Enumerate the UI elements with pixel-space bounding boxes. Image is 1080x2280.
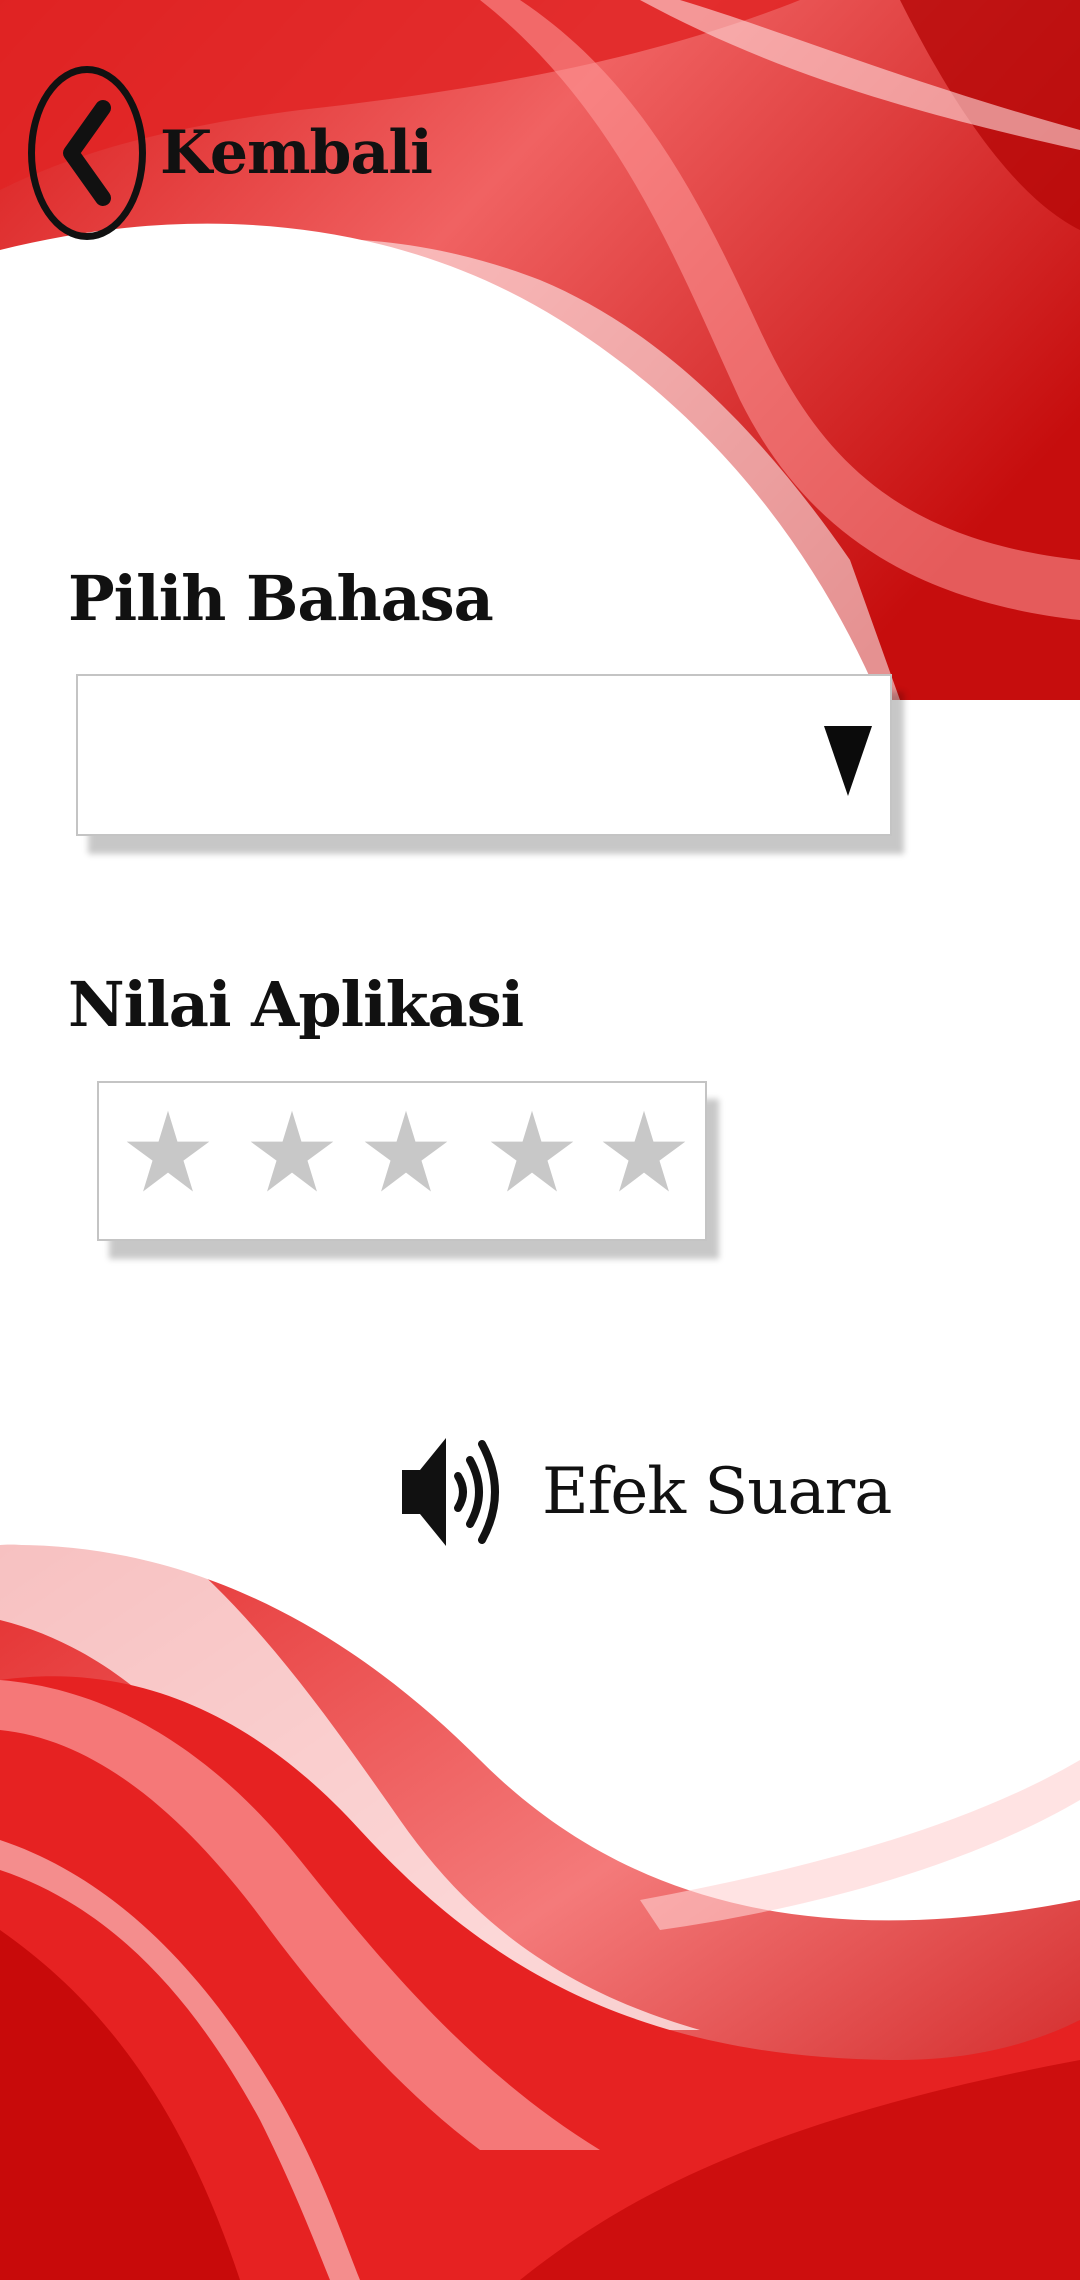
caret-down-icon xyxy=(824,726,872,796)
star-icon[interactable] xyxy=(363,1097,449,1207)
star-icon[interactable] xyxy=(249,1097,335,1207)
star-icon[interactable] xyxy=(489,1097,575,1207)
back-label: Kembali xyxy=(160,118,433,188)
star-icon[interactable] xyxy=(601,1097,687,1207)
rating-bar[interactable] xyxy=(97,1081,707,1241)
sound-effect-toggle[interactable]: Efek Suara xyxy=(400,1432,892,1552)
language-dropdown[interactable] xyxy=(76,674,892,836)
rating-label: Nilai Aplikasi xyxy=(68,968,524,1041)
back-button[interactable]: Kembali xyxy=(28,66,433,240)
speaker-icon[interactable] xyxy=(400,1432,504,1552)
chevron-left-icon xyxy=(63,100,111,206)
back-circle[interactable] xyxy=(28,66,146,240)
sound-effect-label: Efek Suara xyxy=(542,1455,892,1529)
star-icon[interactable] xyxy=(125,1097,211,1207)
language-label: Pilih Bahasa xyxy=(68,562,494,635)
